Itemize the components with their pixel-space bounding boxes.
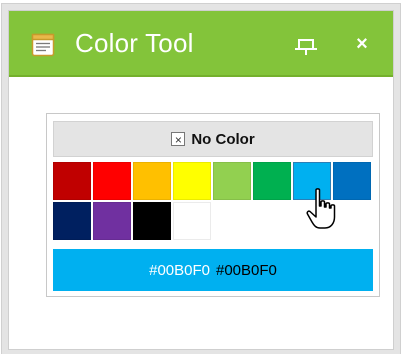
notepad-icon — [31, 33, 55, 57]
window-title: Color Tool — [75, 28, 194, 58]
color-swatch[interactable] — [133, 162, 171, 200]
preview-hex-light: #00B0F0 — [149, 261, 210, 279]
title-bar[interactable]: Color Tool × — [9, 11, 393, 77]
no-color-label: No Color — [191, 130, 255, 148]
color-swatch[interactable] — [253, 162, 291, 200]
color-swatch[interactable] — [133, 202, 171, 240]
color-swatch[interactable] — [173, 162, 211, 200]
color-swatch[interactable] — [93, 162, 131, 200]
close-icon[interactable]: × — [349, 31, 375, 57]
color-swatch[interactable] — [173, 202, 211, 240]
no-color-x-icon: × — [171, 132, 186, 147]
color-preview: #00B0F0 #00B0F0 — [53, 249, 373, 291]
color-tool-window: Color Tool × × No Color #00B0F0 #00B0F0 — [8, 10, 394, 350]
color-swatch[interactable] — [53, 202, 91, 240]
pin-icon[interactable] — [291, 35, 321, 57]
color-swatch[interactable] — [53, 162, 91, 200]
no-color-button[interactable]: × No Color — [53, 121, 373, 157]
hand-pointer-icon — [306, 188, 336, 229]
color-swatch[interactable] — [93, 202, 131, 240]
preview-hex-dark: #00B0F0 — [216, 261, 277, 279]
color-swatch[interactable] — [213, 162, 251, 200]
